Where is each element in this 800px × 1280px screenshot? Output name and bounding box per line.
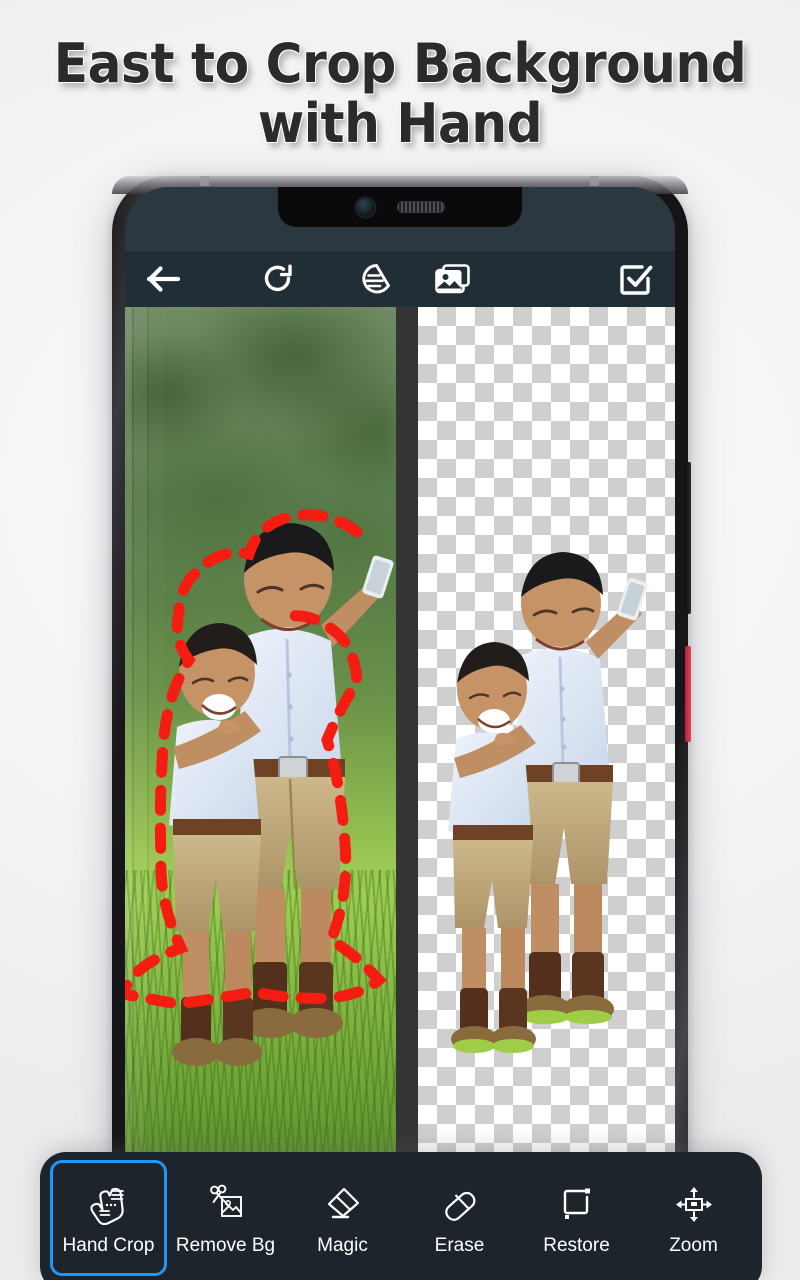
tool-zoom[interactable]: Zoom [635, 1160, 752, 1276]
original-photo [125, 307, 396, 1160]
redo-icon [264, 264, 292, 292]
tool-remove-bg[interactable]: Remove Bg [167, 1160, 284, 1276]
tool-magic[interactable]: Magic [284, 1160, 401, 1276]
cutout-preview-panel[interactable] [418, 307, 675, 1160]
headline-line-1: East to Crop Background [53, 32, 747, 95]
front-camera-icon [355, 197, 375, 217]
editor-top-toolbar [125, 251, 675, 307]
volume-rocker-button[interactable] [685, 462, 691, 614]
magic-eraser-icon [322, 1180, 364, 1228]
earpiece-speaker-icon [396, 201, 445, 213]
gallery-button[interactable] [417, 251, 489, 307]
tool-erase[interactable]: Erase [401, 1160, 518, 1276]
gallery-icon [435, 264, 470, 294]
editor-canvas [125, 307, 675, 1160]
photo-edge-strips [125, 307, 165, 1160]
eraser-icon [439, 1180, 481, 1228]
tool-label: Magic [317, 1234, 368, 1256]
phone-mockup [112, 176, 691, 1280]
tool-label: Hand Crop [62, 1234, 155, 1256]
original-photo-panel[interactable] [125, 307, 396, 1160]
phone-screen [125, 187, 675, 1280]
checkbox-check-icon [620, 265, 653, 295]
back-button[interactable] [125, 251, 203, 307]
zoom-move-icon [673, 1180, 715, 1228]
done-button[interactable] [597, 251, 675, 307]
headline-line-2: with Hand [257, 92, 543, 155]
hand-crop-icon [88, 1180, 130, 1228]
arrow-left-icon [147, 266, 181, 292]
tool-restore[interactable]: Restore [518, 1160, 635, 1276]
restore-frame-icon [556, 1180, 598, 1228]
power-button[interactable] [685, 646, 691, 742]
promo-headline: East to Crop Background with Hand [0, 34, 800, 154]
scissors-photo-icon [205, 1180, 247, 1228]
tool-label: Erase [434, 1234, 485, 1256]
antenna-line-right [590, 176, 599, 186]
panel-divider [396, 307, 418, 1160]
phone-notch [278, 187, 522, 227]
tool-hand-crop[interactable]: Hand Crop [50, 1160, 167, 1276]
tool-label: Remove Bg [175, 1234, 276, 1256]
editor-bottom-toolbar: Hand Crop Remove Bg Magic Erase Restore … [40, 1152, 762, 1280]
antenna-line-left [200, 176, 209, 186]
tool-label: Zoom [669, 1234, 718, 1256]
redo-button[interactable] [239, 251, 317, 307]
tool-label: Restore [543, 1234, 610, 1256]
paint-fill-icon [362, 264, 390, 294]
fill-button[interactable] [339, 251, 411, 307]
cutout-subjects [418, 307, 675, 1160]
